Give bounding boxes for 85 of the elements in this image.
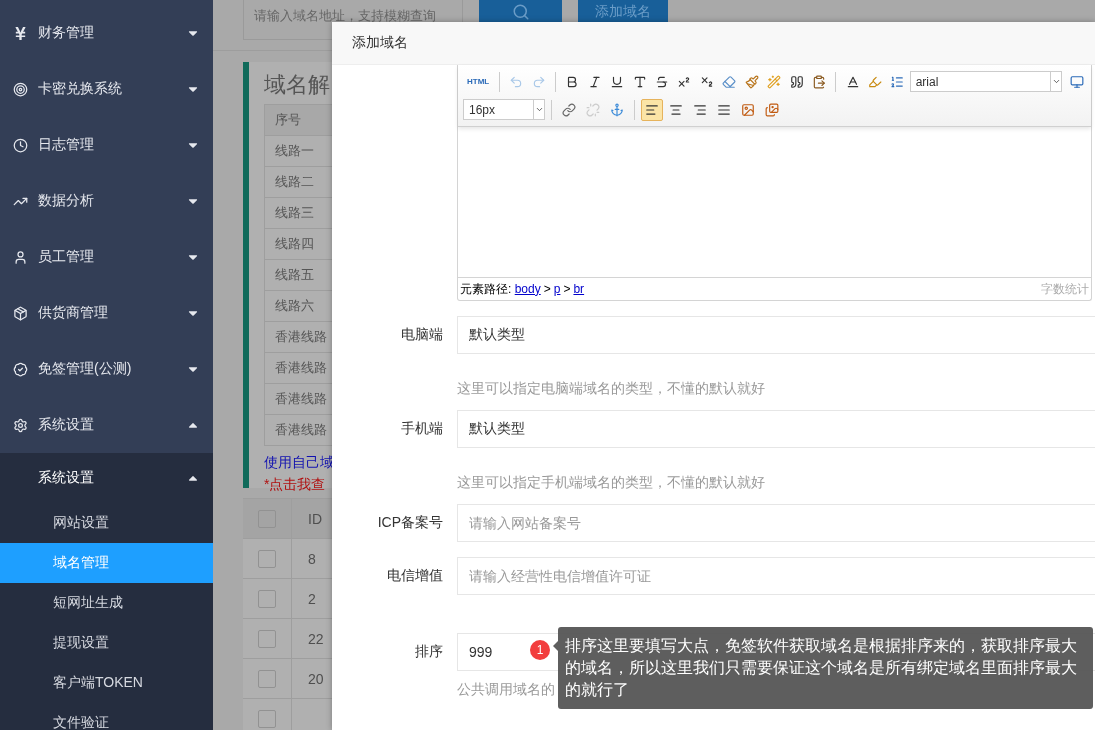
paintbrush-icon xyxy=(744,74,759,89)
checkbox[interactable] xyxy=(258,629,276,648)
clock-icon xyxy=(13,137,28,153)
align-center-icon xyxy=(669,102,683,117)
image-icon xyxy=(741,102,755,117)
input-field[interactable]: 请输入经营性电信增值许可证 xyxy=(457,557,1095,595)
font-size-select[interactable]: 16px xyxy=(463,99,545,120)
caret-down-icon xyxy=(1052,77,1061,86)
submenu-item[interactable]: 短网址生成 xyxy=(0,583,213,623)
subscript-icon xyxy=(699,74,714,89)
submenu-item[interactable]: 网站设置 xyxy=(0,503,213,543)
word-count: 字数统计 xyxy=(1041,280,1089,298)
input-field[interactable]: 请输入网站备案号 xyxy=(457,504,1095,542)
paste-icon xyxy=(812,74,827,89)
menu-item[interactable]: 数据分析 xyxy=(0,173,213,229)
strikethrough-icon xyxy=(655,74,669,89)
search-icon xyxy=(511,3,530,21)
target-icon xyxy=(13,81,28,97)
font-family-select[interactable]: arial xyxy=(909,71,1063,92)
package-icon xyxy=(13,305,28,321)
checkbox[interactable] xyxy=(258,669,276,688)
fullscreen-icon xyxy=(1069,74,1084,89)
field-label: 电脑端 xyxy=(400,326,444,344)
undo-icon xyxy=(509,74,524,89)
quote-icon xyxy=(789,74,804,89)
italic-icon xyxy=(587,74,602,89)
yen-icon xyxy=(13,25,28,41)
underline-icon xyxy=(610,74,625,89)
gallery-icon xyxy=(765,102,779,117)
path-link[interactable]: body xyxy=(514,281,541,296)
table-cell-text: 22 xyxy=(307,629,324,649)
path-link[interactable]: p xyxy=(553,281,561,296)
field-label: ICP备案号 xyxy=(376,514,444,532)
badge-icon xyxy=(13,361,28,377)
link-icon xyxy=(562,102,576,117)
table-cell-text: 2 xyxy=(307,589,316,609)
anchor-icon xyxy=(610,102,624,117)
tooltip: 排序这里要填写大点，免签软件获取域名是根据排序来的，获取排序最大的域名，所以这里我们只需要保证这个域名是所有绑定域名里面排序最大的就行了 xyxy=(558,627,1093,709)
table-cell-text: 8 xyxy=(307,549,316,569)
magic-wand-icon xyxy=(767,74,782,89)
submenu-item[interactable]: 客户端TOKEN xyxy=(0,663,213,703)
submenu-header[interactable]: 系统设置 xyxy=(0,453,213,503)
caret-down-icon xyxy=(534,105,544,114)
input-field[interactable]: 默认类型 xyxy=(457,410,1095,448)
eraser-icon xyxy=(722,74,737,89)
menu-item[interactable]: 卡密兑换系统 xyxy=(0,61,213,117)
checkbox[interactable] xyxy=(258,549,276,568)
align-left-button[interactable] xyxy=(641,98,663,121)
submenu-item[interactable]: 文件验证 xyxy=(0,703,213,730)
search-button[interactable] xyxy=(479,0,562,24)
ordered-list-icon xyxy=(890,74,905,89)
align-left-icon xyxy=(645,102,659,117)
menu-item[interactable]: 财务管理 xyxy=(0,5,213,61)
submenu-item[interactable]: 提现设置 xyxy=(0,623,213,663)
input-field[interactable]: 默认类型 xyxy=(457,316,1095,354)
unlink-icon xyxy=(586,102,600,117)
bold-icon xyxy=(565,74,580,89)
highlight-icon xyxy=(868,74,882,89)
align-right-icon xyxy=(693,102,707,117)
menu-item[interactable]: 供货商管理 xyxy=(0,285,213,341)
superscript-icon xyxy=(677,74,692,89)
html-button[interactable]: HTML xyxy=(463,77,494,86)
element-path: 元素路径: body > p > br xyxy=(460,280,585,298)
hint-text: 这里可以指定手机端域名的类型，不懂的默认就好 xyxy=(457,474,765,492)
menu-item[interactable]: 系统设置 xyxy=(0,397,213,453)
justify-icon xyxy=(717,102,731,117)
settings-icon xyxy=(13,417,28,433)
menu-item[interactable]: 员工管理 xyxy=(0,229,213,285)
table-header: ID xyxy=(307,509,322,529)
path-link[interactable]: br xyxy=(573,281,585,296)
field-label: 手机端 xyxy=(400,420,444,438)
note-text: *点击我查 xyxy=(264,476,326,494)
table-cell-text: 20 xyxy=(307,669,324,689)
hint-text: 公共调用域名的 xyxy=(457,681,555,699)
panel-title: 域名解 xyxy=(264,71,330,99)
checkbox[interactable] xyxy=(258,709,276,728)
field-label: 排序 xyxy=(414,643,444,661)
redo-icon xyxy=(531,74,546,89)
user-icon xyxy=(13,249,28,265)
checkbox[interactable] xyxy=(258,589,276,608)
dialog-title: 添加域名 xyxy=(332,22,1095,65)
menu-item[interactable]: 免签管理(公测) xyxy=(0,341,213,397)
font-color-icon xyxy=(845,74,860,89)
field-label: 电信增值 xyxy=(386,567,444,585)
menu-item[interactable]: 日志管理 xyxy=(0,117,213,173)
